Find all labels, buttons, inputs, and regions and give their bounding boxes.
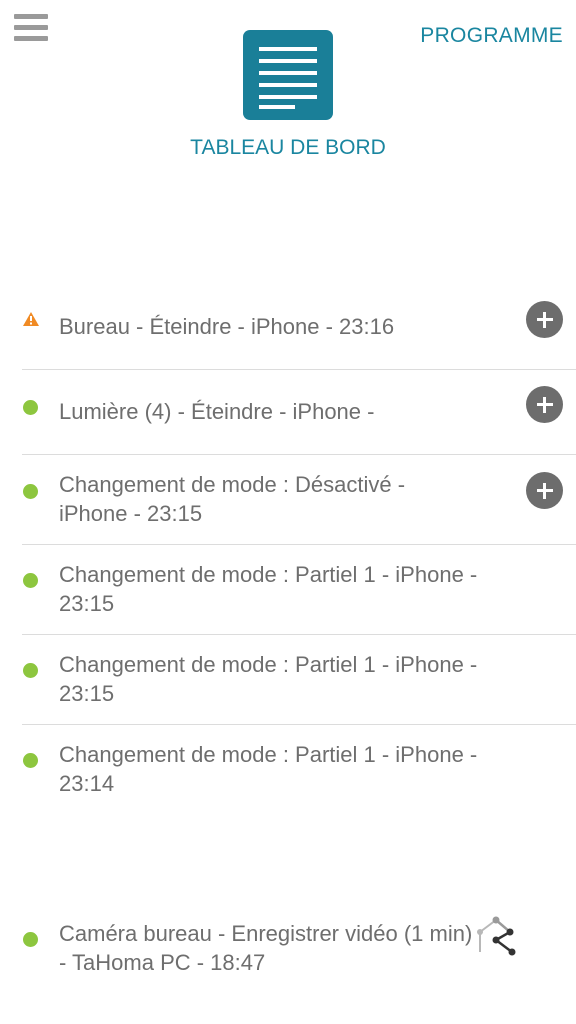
status-ok-icon xyxy=(23,573,38,588)
tahoma-network-icon xyxy=(477,916,516,956)
event-row[interactable]: Bureau - Éteindre - iPhone - 23:16 xyxy=(22,284,576,370)
event-row[interactable]: Changement de mode : Partiel 1 - iPhone … xyxy=(22,725,576,814)
add-button[interactable] xyxy=(526,301,563,338)
event-list: Bureau - Éteindre - iPhone - 23:16 Lumiè… xyxy=(22,284,576,814)
event-row[interactable]: Lumière (4) - Éteindre - iPhone - xyxy=(22,370,576,455)
event-text: Caméra bureau - Enregistrer vidéo (1 min… xyxy=(59,921,473,975)
event-row[interactable]: Changement de mode : Partiel 1 - iPhone … xyxy=(22,635,576,725)
event-text: Changement de mode : Partiel 1 - iPhone … xyxy=(59,562,478,616)
event-text: Changement de mode : Partiel 1 - iPhone … xyxy=(59,742,478,796)
dashboard-screen: PROGRAMME TABLEAU DE BORD Bureau - Étein… xyxy=(0,0,576,1024)
status-ok-icon xyxy=(23,484,38,499)
event-text: Changement de mode : Désactivé - iPhone … xyxy=(59,472,406,526)
event-text: Lumière (4) - Éteindre - iPhone - xyxy=(59,399,375,424)
event-text: Changement de mode : Partiel 1 - iPhone … xyxy=(59,652,478,706)
status-ok-icon xyxy=(23,932,38,947)
event-row[interactable]: Changement de mode : Désactivé - iPhone … xyxy=(22,455,576,545)
status-ok-icon xyxy=(23,753,38,768)
warning-icon xyxy=(23,312,39,326)
camera-event-row[interactable]: Caméra bureau - Enregistrer vidéo (1 min… xyxy=(22,916,576,986)
status-ok-icon xyxy=(23,663,38,678)
dashboard-title: TABLEAU DE BORD xyxy=(190,136,386,159)
event-text: Bureau - Éteindre - iPhone - 23:16 xyxy=(59,314,395,339)
document-list-icon[interactable] xyxy=(243,30,333,120)
add-button[interactable] xyxy=(526,472,563,509)
event-row[interactable]: Changement de mode : Partiel 1 - iPhone … xyxy=(22,545,576,635)
programme-link[interactable]: PROGRAMME xyxy=(420,24,563,48)
hamburger-menu-icon[interactable] xyxy=(14,14,48,48)
status-ok-icon xyxy=(23,400,38,415)
add-button[interactable] xyxy=(526,386,563,423)
